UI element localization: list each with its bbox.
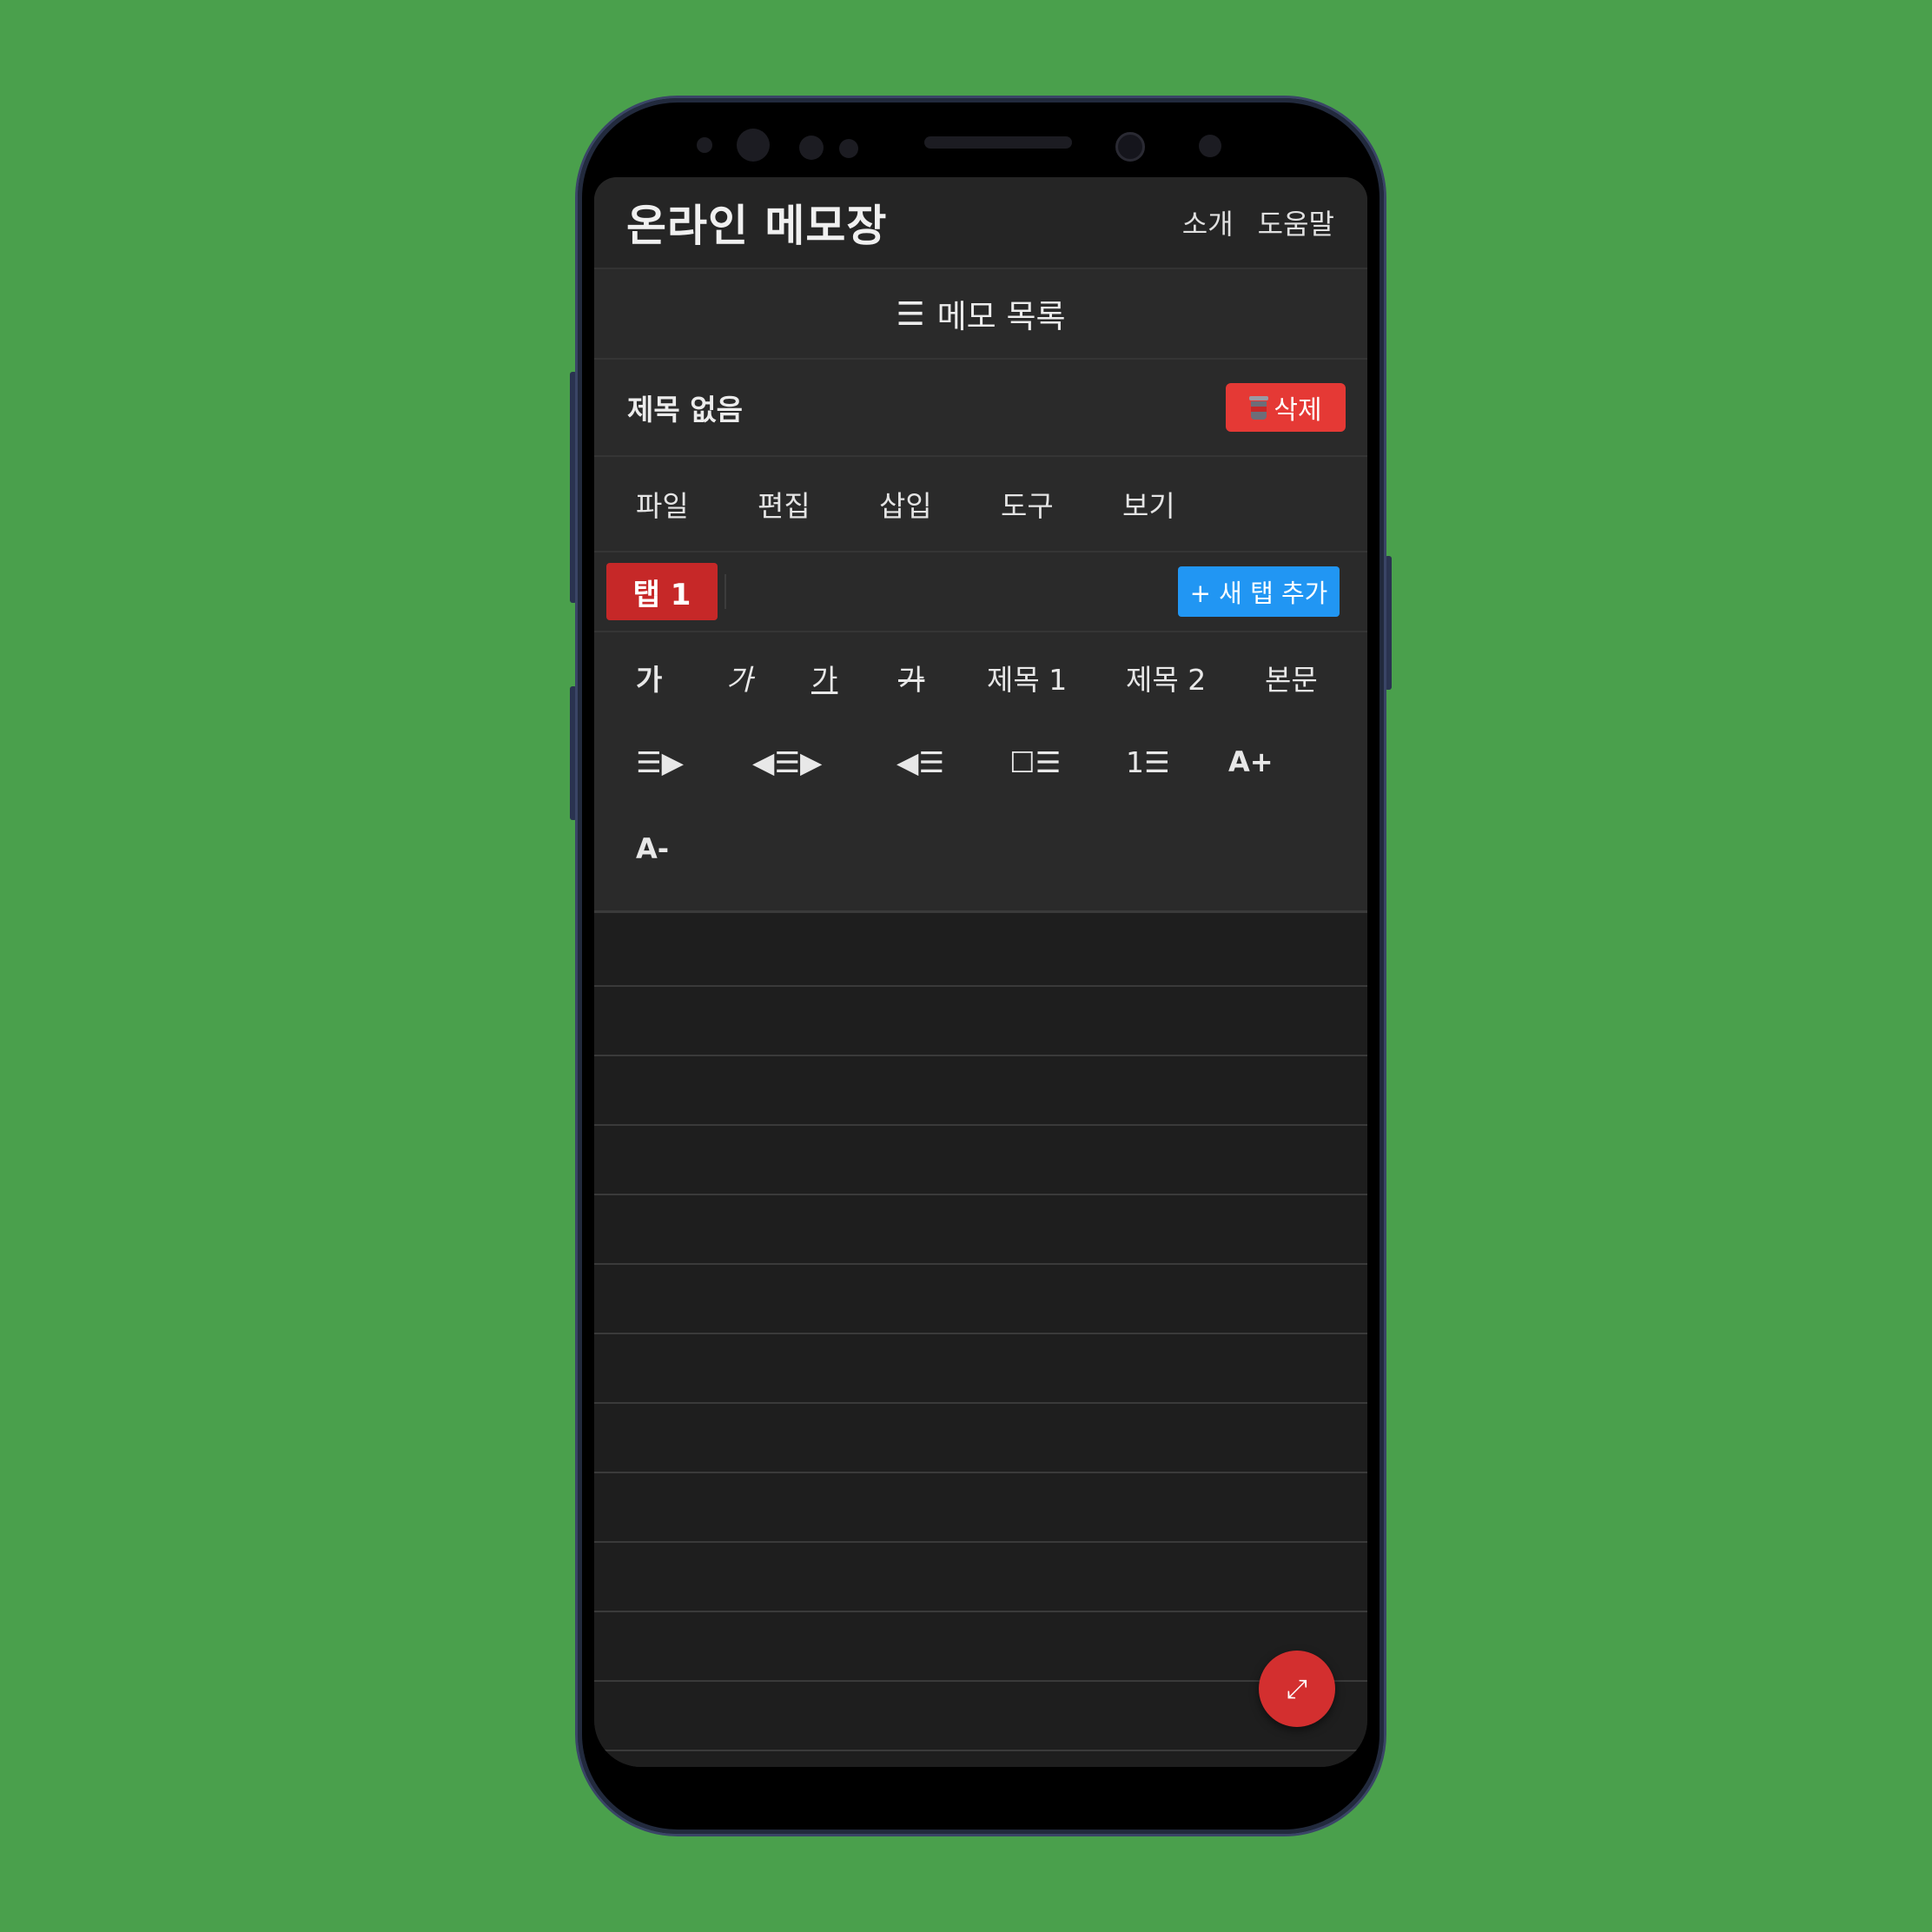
about-link[interactable]: 소개 bbox=[1182, 202, 1234, 242]
app-header: 온라인 메모장 소개 도움말 bbox=[594, 177, 1367, 269]
font-size-increase-button[interactable]: A+ bbox=[1228, 745, 1274, 778]
menu-file[interactable]: 파일 bbox=[636, 483, 758, 525]
bold-button[interactable]: 가 bbox=[636, 657, 662, 698]
heading2-button[interactable]: 제목 2 bbox=[1126, 657, 1206, 698]
delete-button[interactable]: 삭제 bbox=[1226, 383, 1346, 432]
align-center-icon[interactable]: ◀☰▶ bbox=[752, 745, 822, 779]
tab-divider bbox=[724, 574, 726, 609]
iris-camera-icon bbox=[1115, 132, 1145, 162]
header-nav: 소개 도움말 bbox=[1182, 202, 1334, 242]
numbered-list-icon[interactable]: 1☰ bbox=[1126, 745, 1170, 779]
trash-icon bbox=[1249, 394, 1269, 420]
memo-list-label: 메모 목록 bbox=[936, 298, 1066, 335]
checklist-icon[interactable]: ☐☰ bbox=[1009, 745, 1061, 779]
sensor-dot bbox=[839, 139, 858, 158]
italic-button[interactable]: 가 bbox=[726, 657, 752, 698]
underline-button[interactable]: 가 bbox=[811, 657, 837, 698]
menu-edit[interactable]: 편집 bbox=[758, 483, 879, 525]
app-title: 온라인 메모장 bbox=[626, 201, 888, 251]
tab-1[interactable]: 탭 1 bbox=[606, 563, 718, 620]
menu-view[interactable]: 보기 bbox=[1122, 483, 1244, 525]
memo-editor[interactable] bbox=[594, 917, 1367, 1767]
menu-tools[interactable]: 도구 bbox=[1001, 483, 1122, 525]
memo-list-toggle[interactable]: ☰ 메모 목록 bbox=[594, 269, 1367, 360]
phone-screen: 온라인 메모장 소개 도움말 ☰ 메모 목록 제목 없음 삭제 파일 편집 삽입… bbox=[594, 177, 1367, 1767]
earpiece-speaker bbox=[924, 136, 1072, 149]
menu-bar: 파일 편집 삽입 도구 보기 bbox=[594, 457, 1367, 552]
body-text-button[interactable]: 본문 bbox=[1265, 657, 1318, 698]
memo-title-row: 제목 없음 삭제 bbox=[594, 360, 1367, 457]
sensor-dot bbox=[697, 137, 712, 153]
menu-insert[interactable]: 삽입 bbox=[879, 483, 1001, 525]
front-camera-icon bbox=[737, 129, 770, 162]
tab-bar: 탭 1 + 새 탭 추가 bbox=[594, 552, 1367, 632]
outdent-icon[interactable]: ◀☰ bbox=[897, 745, 944, 779]
heading1-button[interactable]: 제목 1 bbox=[987, 657, 1067, 698]
hamburger-icon: ☰ bbox=[896, 294, 925, 333]
expand-icon[interactable]: ⤢ bbox=[1259, 1651, 1335, 1727]
format-toolbar: 가 가 가 가 제목 1 제목 2 본문 ☰▶ ◀☰▶ ◀☰ ☐☰ 1☰ A+ … bbox=[594, 632, 1367, 913]
indent-icon[interactable]: ☰▶ bbox=[636, 745, 684, 779]
sensor-dot bbox=[1199, 135, 1221, 157]
strikethrough-button[interactable]: 가 bbox=[898, 657, 924, 698]
delete-label: 삭제 bbox=[1274, 395, 1322, 426]
sensor-dot bbox=[799, 136, 824, 160]
font-size-decrease-button[interactable]: A- bbox=[636, 832, 669, 865]
add-tab-button[interactable]: + 새 탭 추가 bbox=[1178, 566, 1340, 617]
memo-title[interactable]: 제목 없음 bbox=[627, 387, 1226, 428]
help-link[interactable]: 도움말 bbox=[1258, 202, 1334, 242]
